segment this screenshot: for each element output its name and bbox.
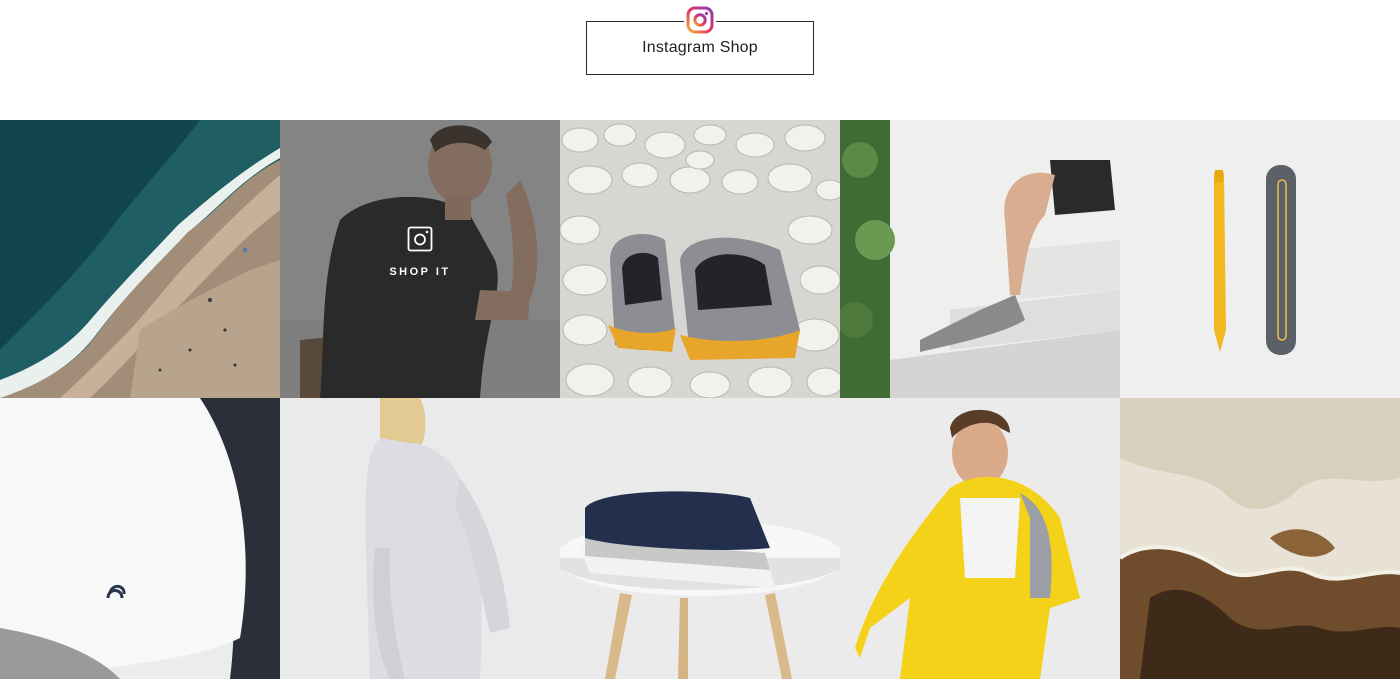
instagram-shop-header: Instagram Shop — [0, 0, 1400, 120]
legs-stairs-image — [840, 120, 1120, 398]
salt-flat-image — [1120, 398, 1400, 679]
woman-jacket-image — [280, 398, 560, 679]
folded-shirts-image — [560, 398, 840, 679]
photo-tile-folded-shirts[interactable] — [560, 398, 840, 679]
slippers-pebbles-image — [560, 120, 840, 398]
photo-tile-yellow-jacket[interactable] — [840, 398, 1120, 679]
shop-it-overlay[interactable]: SHOP IT — [280, 120, 560, 398]
yellow-jacket-image — [840, 398, 1120, 679]
photo-tile-legs-stairs[interactable] — [840, 120, 1120, 398]
photo-tile-ocean-beach[interactable] — [0, 120, 280, 398]
photo-tile-salt-flat[interactable] — [1120, 398, 1400, 679]
yellow-pen-image — [1120, 120, 1400, 398]
photo-tile-slippers-pebbles[interactable] — [560, 120, 840, 398]
instagram-photo-grid: SHOP IT — [0, 120, 1400, 679]
photo-tile-yellow-pen[interactable] — [1120, 120, 1400, 398]
instagram-logo-icon — [684, 4, 716, 36]
shop-it-label: SHOP IT — [389, 266, 451, 278]
instagram-outline-icon — [407, 226, 433, 252]
photo-tile-white-tshirt[interactable] — [0, 398, 280, 679]
photo-tile-woman-jacket[interactable] — [280, 398, 560, 679]
white-tshirt-image — [0, 398, 280, 679]
photo-tile-man-black-tshirt[interactable]: SHOP IT — [280, 120, 560, 398]
ocean-beach-image — [0, 120, 280, 398]
instagram-shop-title: Instagram Shop — [642, 39, 758, 56]
